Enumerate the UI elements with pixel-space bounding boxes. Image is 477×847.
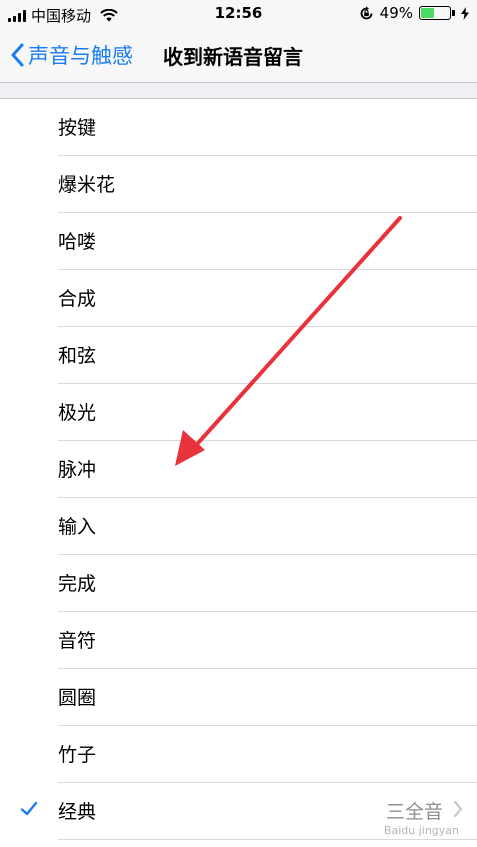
tone-item[interactable]: 竹子: [0, 726, 477, 783]
tone-label: 和弦: [58, 345, 97, 367]
battery-percent: 49%: [379, 4, 413, 22]
tone-label: 极光: [58, 402, 97, 424]
chevron-right-icon: [453, 800, 463, 818]
tone-label: 圆圈: [58, 687, 97, 709]
chevron-left-icon: [11, 43, 24, 67]
tone-label: 脉冲: [58, 459, 97, 481]
tone-item[interactable]: 爆米花: [0, 156, 477, 213]
battery-icon: [419, 6, 455, 20]
tone-item[interactable]: 完成: [0, 555, 477, 612]
tone-item[interactable]: 输入: [0, 498, 477, 555]
tone-label: 合成: [58, 288, 97, 310]
tone-item[interactable]: 合成: [0, 270, 477, 327]
checkmark-icon: [20, 801, 38, 816]
tone-item[interactable]: 哈喽: [0, 213, 477, 270]
watermark: Baidu jingyan: [383, 824, 459, 837]
tone-label: 经典: [58, 801, 97, 823]
charging-icon: [461, 6, 469, 20]
battery-fill: [421, 8, 434, 18]
tone-list: 按键爆米花哈喽合成和弦极光脉冲输入完成音符圆圈竹子经典 三全音: [0, 99, 477, 840]
screen: 中国移动 12:56 49% 声音与触感 收到新语音留言 按键 爆米花 哈喽 合…: [0, 0, 477, 847]
status-right: 49%: [359, 4, 469, 22]
tone-item[interactable]: 圆圈: [0, 669, 477, 726]
tone-item[interactable]: 脉冲: [0, 441, 477, 498]
section-spacer: [0, 83, 477, 99]
tone-label: 按键: [58, 117, 97, 139]
back-label: 声音与触感: [28, 44, 133, 68]
tone-label: 竹子: [58, 744, 97, 766]
nav-bar: 声音与触感 收到新语音留言: [0, 28, 477, 83]
tone-label: 哈喽: [58, 231, 97, 253]
tone-label: 音符: [58, 630, 97, 652]
page-title: 收到新语音留言: [163, 45, 303, 69]
tone-item[interactable]: 按键: [0, 99, 477, 156]
tone-label: 输入: [58, 516, 97, 538]
tone-label: 爆米花: [58, 174, 116, 196]
status-bar: 中国移动 12:56 49%: [0, 0, 477, 28]
tone-item[interactable]: 极光: [0, 384, 477, 441]
tone-detail: 三全音: [385, 801, 443, 823]
tone-item[interactable]: 和弦: [0, 327, 477, 384]
back-button[interactable]: 声音与触感: [10, 40, 133, 70]
rotation-lock-icon: [360, 6, 373, 19]
tone-item[interactable]: 音符: [0, 612, 477, 669]
tone-label: 完成: [58, 573, 97, 595]
